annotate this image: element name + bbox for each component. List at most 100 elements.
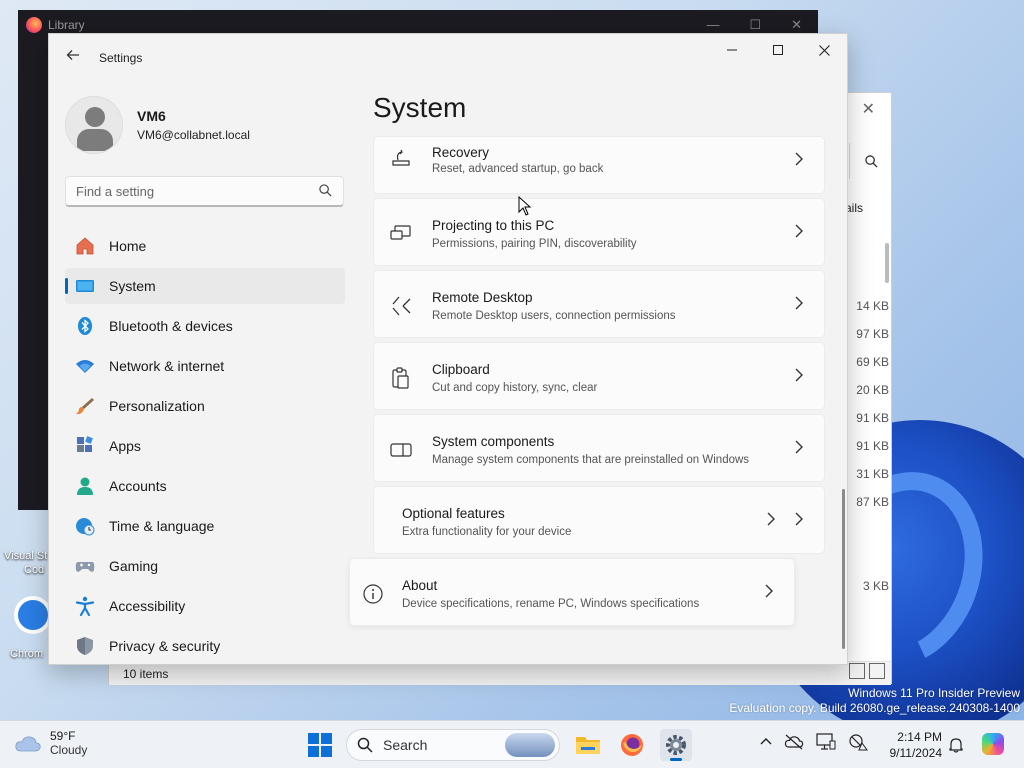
- clipboard-icon: [392, 367, 409, 389]
- nav-item-home[interactable]: Home: [65, 228, 345, 264]
- library-title: Library: [48, 18, 85, 32]
- onedrive-offline-icon[interactable]: [784, 734, 804, 750]
- nav-label: Bluetooth & devices: [109, 318, 233, 334]
- details-view-icon[interactable]: [849, 663, 865, 679]
- evaluation-watermark: Windows 11 Pro Insider Preview Evaluatio…: [729, 686, 1020, 716]
- close-icon[interactable]: ✕: [791, 17, 802, 33]
- card-projecting[interactable]: Projecting to this PC Permissions, pairi…: [373, 198, 825, 266]
- desktop-icon-label-vscode[interactable]: Visual St: [4, 550, 47, 562]
- maximize-button[interactable]: [755, 34, 801, 66]
- nav-item-personalization[interactable]: Personalization: [65, 388, 345, 424]
- explorer-file-size: 69 KB: [856, 355, 889, 369]
- card-about[interactable]: About Device specifications, rename PC, …: [349, 558, 795, 626]
- chevron-up-icon[interactable]: [760, 736, 772, 748]
- back-arrow-icon: [66, 50, 79, 60]
- close-button[interactable]: [801, 34, 847, 66]
- nav-item-privacy-security[interactable]: Privacy & security: [65, 628, 345, 664]
- card-title: About: [402, 578, 438, 593]
- back-button[interactable]: [63, 48, 83, 68]
- card-subtitle: Permissions, pairing PIN, discoverabilit…: [432, 238, 637, 250]
- desktop-icon-label-vscode-2[interactable]: Cod: [24, 564, 44, 576]
- taskbar-clock[interactable]: 2:14 PM 9/11/2024: [884, 729, 943, 761]
- explorer-file-size: 14 KB: [856, 299, 889, 313]
- chevron-right-icon: [795, 440, 803, 454]
- explorer-scrollbar[interactable]: [885, 243, 889, 283]
- globe-clock-icon: [75, 516, 95, 536]
- nav-item-bluetooth[interactable]: Bluetooth & devices: [65, 308, 345, 344]
- nav-item-accounts[interactable]: Accounts: [65, 468, 345, 504]
- search-icon: [357, 737, 373, 753]
- card-title: Recovery: [432, 145, 490, 160]
- minimize-button[interactable]: [709, 34, 755, 66]
- taskbar: 59°F Cloudy Search 2:14 PM 9/11/2024: [0, 720, 1024, 768]
- watermark-line-1: Windows 11 Pro Insider Preview: [848, 686, 1020, 700]
- recovery-icon: [392, 149, 410, 166]
- card-remote-desktop[interactable]: Remote Desktop Remote Desktop users, con…: [373, 270, 825, 338]
- nav-label: Personalization: [109, 398, 205, 414]
- minimize-icon[interactable]: —: [706, 17, 719, 33]
- cloud-icon: [15, 736, 41, 752]
- page-title: System: [373, 92, 467, 123]
- shield-icon: [75, 636, 95, 656]
- copilot-icon[interactable]: [982, 733, 1004, 755]
- user-profile[interactable]: VM6 VM6@collabnet.local: [65, 96, 250, 154]
- taskbar-file-explorer[interactable]: [572, 729, 604, 761]
- explorer-search-icon[interactable]: [849, 143, 893, 179]
- explorer-file-size: 91 KB: [856, 439, 889, 453]
- display-icon[interactable]: [816, 733, 836, 751]
- card-system-components[interactable]: System components Manage system componen…: [373, 414, 825, 482]
- info-icon: [363, 584, 383, 604]
- nav-label: Accounts: [109, 478, 167, 494]
- settings-titlebar[interactable]: Settings: [49, 34, 847, 82]
- nav-label: Apps: [109, 438, 141, 454]
- card-title: Remote Desktop: [432, 290, 533, 305]
- close-icon: [818, 44, 830, 56]
- projecting-icon: [390, 225, 411, 240]
- nav-label: Home: [109, 238, 147, 254]
- settings-window: Settings VM6 VM6@collabnet.local Find a …: [48, 33, 848, 665]
- network-alert-icon[interactable]: [848, 733, 868, 751]
- bluetooth-icon: [75, 316, 95, 336]
- taskbar-search[interactable]: Search: [346, 729, 560, 761]
- explorer-file-size: 3 KB: [862, 579, 889, 593]
- card-recovery[interactable]: Recovery Reset, advanced startup, go bac…: [373, 136, 825, 194]
- nav-item-apps[interactable]: Apps: [65, 428, 345, 464]
- desktop-icon-label-chrome[interactable]: Chrom: [10, 648, 43, 660]
- search-icon[interactable]: [319, 184, 333, 198]
- settings-scrollbar[interactable]: [842, 489, 845, 649]
- firefox-icon: [621, 734, 643, 756]
- card-clipboard[interactable]: Clipboard Cut and copy history, sync, cl…: [373, 342, 825, 410]
- settings-nav: Home System Bluetooth & devices Network …: [65, 228, 345, 664]
- apps-icon: [75, 436, 95, 456]
- chrome-desktop-icon[interactable]: [14, 596, 52, 634]
- chevron-right-icon: [765, 584, 773, 598]
- card-optional-features[interactable]: Optional features Extra functionality fo…: [373, 486, 825, 554]
- user-name: VM6: [137, 108, 166, 124]
- nav-item-gaming[interactable]: Gaming: [65, 548, 345, 584]
- explorer-file-size: 20 KB: [856, 383, 889, 397]
- explorer-file-size: 87 KB: [856, 495, 889, 509]
- start-button[interactable]: [308, 733, 332, 757]
- firefox-icon: [26, 17, 42, 33]
- nav-item-system[interactable]: System: [65, 268, 345, 304]
- weather-temperature: 59°F: [50, 729, 76, 743]
- minimize-icon: [727, 49, 737, 51]
- wifi-icon: [75, 356, 95, 376]
- home-icon: [75, 236, 95, 256]
- nav-item-time-language[interactable]: Time & language: [65, 508, 345, 544]
- explorer-close-icon[interactable]: ✕: [862, 99, 875, 119]
- find-setting-input[interactable]: [66, 177, 343, 205]
- nav-item-accessibility[interactable]: Accessibility: [65, 588, 345, 624]
- tiles-view-icon[interactable]: [869, 663, 885, 679]
- notification-bell-icon[interactable]: [948, 737, 964, 753]
- weather-widget[interactable]: 59°F Cloudy: [14, 729, 87, 757]
- avatar[interactable]: [65, 96, 123, 154]
- nav-item-network[interactable]: Network & internet: [65, 348, 345, 384]
- maximize-icon[interactable]: ☐: [749, 17, 761, 33]
- taskbar-firefox[interactable]: [616, 729, 648, 761]
- explorer-file-size: 31 KB: [856, 467, 889, 481]
- mouse-cursor-icon: [518, 196, 532, 216]
- card-subtitle: Extra functionality for your device: [402, 526, 572, 538]
- card-title: System components: [432, 434, 555, 449]
- taskbar-settings[interactable]: [660, 729, 692, 761]
